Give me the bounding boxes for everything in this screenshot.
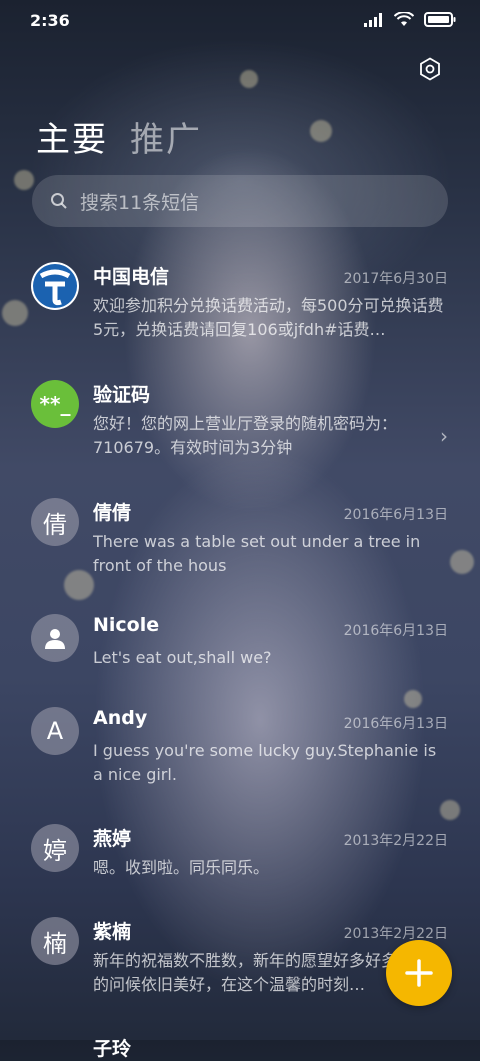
message-date: 2013年2月22日: [343, 926, 448, 942]
message-date: 2016年6月13日: [343, 716, 448, 732]
message-preview: Let's eat out,shall we?: [93, 648, 272, 667]
contact-name: Andy: [93, 707, 148, 729]
contact-name: 验证码: [93, 384, 151, 406]
contact-name: Nicole: [93, 614, 160, 636]
message-date: 2016年6月13日: [343, 623, 448, 639]
wifi-icon: [394, 12, 414, 26]
new-message-button[interactable]: [386, 940, 452, 1006]
signal-icon: [364, 12, 382, 27]
conversation-row[interactable]: 倩 倩倩 2016年6月13日 There was a table set ou…: [0, 486, 480, 594]
conversation-row[interactable]: Nicole 2016年6月13日 Let's eat out,shall we…: [0, 602, 480, 692]
contact-name: 倩倩: [93, 502, 132, 524]
avatar: 婷: [31, 824, 79, 872]
message-preview: 您好！您的网上营业厅登录的随机密码为：710679。有效时间为3分钟: [93, 414, 398, 457]
bokeh-light: [14, 170, 34, 190]
settings-icon[interactable]: [418, 57, 442, 81]
verification-code-avatar: **_: [31, 380, 79, 428]
message-date: 2017年6月30日: [343, 271, 448, 287]
message-date: 2016年6月13日: [343, 507, 448, 523]
avatar: 倩: [31, 498, 79, 546]
search-bar[interactable]: 搜索11条短信: [32, 175, 448, 227]
message-preview: 欢迎参加积分兑换话费活动，每500分可兑换话费5元，兑换话费请回复106或jfd…: [93, 296, 444, 339]
conversation-row[interactable]: **_ 验证码 您好！您的网上营业厅登录的随机密码为：710679。有效时间为3…: [0, 368, 480, 476]
search-placeholder: 搜索11条短信: [80, 191, 200, 214]
contact-name: 燕婷: [93, 828, 132, 850]
plus-icon: [405, 959, 433, 987]
avatar: A: [31, 707, 79, 755]
conversation-row[interactable]: 子玲: [0, 1022, 480, 1060]
conversation-row[interactable]: A Andy 2016年6月13日 I guess you're some lu…: [0, 695, 480, 803]
bokeh-light: [310, 120, 332, 142]
clock: 2:36: [30, 11, 70, 30]
status-bar: 2:36: [0, 0, 480, 40]
search-icon: [51, 193, 67, 209]
contact-name: 紫楠: [93, 921, 132, 943]
contact-name: 中国电信: [93, 266, 170, 288]
conversation-row[interactable]: 中国电信 2017年6月30日 欢迎参加积分兑换话费活动，每500分可兑换话费5…: [0, 250, 480, 358]
message-preview: There was a table set out under a tree i…: [93, 532, 421, 575]
contact-name: 子玲: [93, 1038, 132, 1060]
telecom-logo-avatar: [31, 262, 79, 310]
message-preview: 嗯。收到啦。同乐同乐。: [93, 858, 270, 877]
battery-icon: [424, 12, 456, 27]
person-icon: [45, 629, 65, 649]
avatar: 楠: [31, 917, 79, 965]
tab-promotions[interactable]: 推广: [130, 112, 202, 161]
message-date: 2013年2月22日: [343, 833, 448, 849]
avatar: [31, 614, 79, 662]
tab-main[interactable]: 主要: [36, 112, 108, 161]
chevron-right-icon[interactable]: ›: [440, 424, 448, 448]
status-icons: [364, 12, 456, 27]
bokeh-light: [240, 70, 258, 88]
message-preview: I guess you're some lucky guy.Stephanie …: [93, 741, 437, 784]
conversation-row[interactable]: 婷 燕婷 2013年2月22日 嗯。收到啦。同乐同乐。: [0, 812, 480, 902]
tab-bar: 主要 推广: [36, 112, 202, 161]
